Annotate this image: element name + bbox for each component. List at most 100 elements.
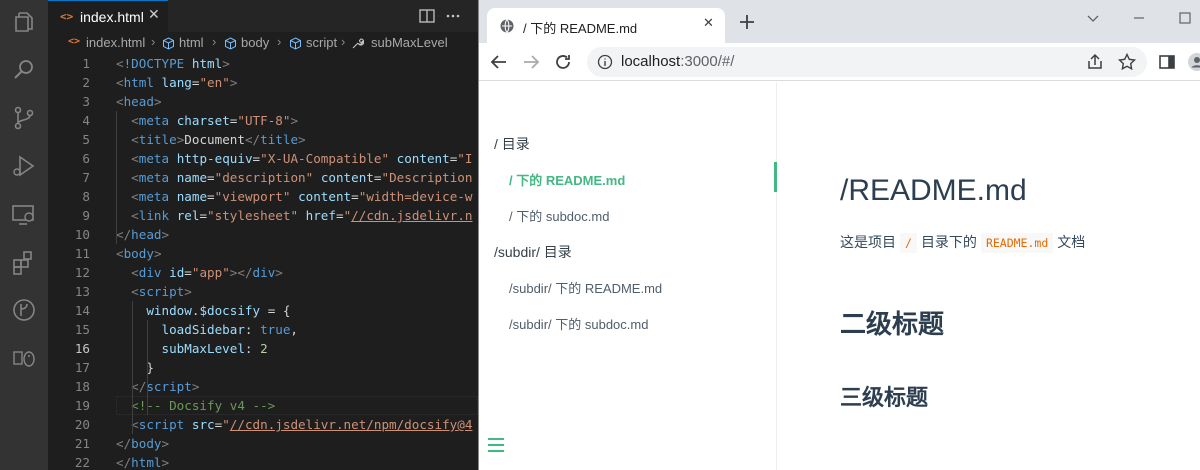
breadcrumb-item[interactable]: subMaxLevel xyxy=(371,35,448,50)
sidebar-item[interactable]: / 目录 xyxy=(494,134,530,154)
line-number: 20 xyxy=(74,417,90,432)
code-line[interactable]: 6 <meta http-equiv="X-UA-Compatible" con… xyxy=(48,149,478,168)
hamburger-menu-icon[interactable] xyxy=(487,437,505,453)
git-graph-icon[interactable] xyxy=(10,296,38,324)
breadcrumb-item[interactable]: html xyxy=(179,35,204,50)
para-text: 这是项目 xyxy=(840,234,896,250)
code-area[interactable]: 1 <!DOCTYPE html> 2 <html lang="en"> 3 <head>… xyxy=(48,54,478,470)
code-text[interactable]: <body> xyxy=(116,244,162,263)
code-text[interactable]: <!DOCTYPE html> xyxy=(116,54,230,73)
close-icon[interactable]: ✕ xyxy=(148,7,160,23)
breadcrumb-item[interactable]: index.html xyxy=(86,35,145,50)
html-file-icon: <> xyxy=(60,10,74,23)
code-line[interactable]: 22 </html> xyxy=(48,453,478,470)
close-icon[interactable]: ✕ xyxy=(703,16,714,31)
cube-icon xyxy=(225,37,236,50)
code-line[interactable]: 3 <head> xyxy=(48,92,478,111)
tab-index-html[interactable]: <> index.html ✕ xyxy=(48,0,168,32)
code-text[interactable]: <link rel="stylesheet" href="//cdn.jsdel… xyxy=(116,206,472,225)
remote-explorer-icon[interactable] xyxy=(10,200,38,228)
breadcrumb-item[interactable]: script xyxy=(306,35,337,50)
code-text[interactable]: window.$docsify = { xyxy=(116,301,290,320)
line-number: 19 xyxy=(74,398,90,413)
code-line[interactable]: 4 <meta charset="UTF-8"> xyxy=(48,111,478,130)
info-icon[interactable] xyxy=(597,54,613,70)
more-actions-icon[interactable] xyxy=(444,7,462,25)
code-text[interactable]: subMaxLevel: 2 xyxy=(116,339,268,358)
code-line[interactable]: 2 <html lang="en"> xyxy=(48,73,478,92)
code-line[interactable]: 5 <title>Document</title> xyxy=(48,130,478,149)
chevron-right-icon: › xyxy=(341,34,346,49)
share-icon[interactable] xyxy=(1085,52,1105,72)
line-number: 10 xyxy=(74,227,90,242)
code-line[interactable]: 7 <meta name="description" content="Desc… xyxy=(48,168,478,187)
code-text[interactable]: <meta name="description" content="Descri… xyxy=(116,168,472,187)
url-host: localhost xyxy=(621,53,681,70)
source-control-icon[interactable] xyxy=(10,104,38,132)
minimize-icon[interactable] xyxy=(1131,10,1147,26)
new-tab-icon[interactable] xyxy=(737,12,757,32)
sidebar-item[interactable]: / 下的 subdoc.md xyxy=(509,206,609,225)
line-number: 3 xyxy=(82,94,90,109)
code-line[interactable]: 12 <div id="app"></div> xyxy=(48,263,478,282)
code-text[interactable]: <meta http-equiv="X-UA-Compatible" conte… xyxy=(116,149,472,168)
address-bar[interactable]: localhost:3000/#/ xyxy=(587,47,1147,77)
code-text[interactable]: </head> xyxy=(116,225,169,244)
code-text[interactable]: </body> xyxy=(116,434,169,453)
extensions-icon[interactable] xyxy=(10,248,38,276)
code-text[interactable]: <html lang="en"> xyxy=(116,73,237,92)
maximize-icon[interactable] xyxy=(1177,10,1193,26)
code-line[interactable]: 11 <body> xyxy=(48,244,478,263)
split-editor-icon[interactable] xyxy=(418,7,436,25)
globe-icon xyxy=(500,19,514,33)
sidebar-item[interactable]: /subdir/ 下的 subdoc.md xyxy=(509,314,648,333)
code-text[interactable]: } xyxy=(116,358,154,377)
code-line[interactable]: 10 </head> xyxy=(48,225,478,244)
heading-level-3: 三级标题 xyxy=(840,385,929,410)
code-text[interactable]: </html> xyxy=(116,453,169,470)
side-panel-icon[interactable] xyxy=(1157,52,1177,72)
browser-tab[interactable]: / 下的 README.md ✕ xyxy=(487,8,725,43)
explorer-icon[interactable] xyxy=(10,8,38,36)
code-text[interactable]: loadSidebar: true, xyxy=(116,320,299,339)
code-text[interactable]: <script> xyxy=(116,282,192,301)
search-icon[interactable] xyxy=(10,56,38,84)
code-text[interactable]: <meta name="viewport" content="width=dev… xyxy=(116,187,472,206)
profile-avatar-icon[interactable] xyxy=(1187,52,1200,72)
code-line[interactable]: 13 <script> xyxy=(48,282,478,301)
indent-guide xyxy=(116,111,117,244)
bookmark-star-icon[interactable] xyxy=(1117,52,1137,72)
run-debug-icon[interactable] xyxy=(10,152,38,180)
code-text[interactable]: <script src="//cdn.jsdelivr.net/npm/docs… xyxy=(116,415,472,434)
code-line[interactable]: 14 window.$docsify = { xyxy=(48,301,478,320)
forward-arrow-icon[interactable] xyxy=(521,52,541,72)
code-line[interactable]: 19 <!-- Docsify v4 --> xyxy=(48,396,478,415)
line-number: 11 xyxy=(74,246,90,261)
code-line[interactable]: 18 </script> xyxy=(48,377,478,396)
breadcrumb-item[interactable]: body xyxy=(241,35,269,50)
sidebar-item[interactable]: /subdir/ 下的 README.md xyxy=(509,278,662,297)
sidebar-item[interactable]: / 下的 README.md xyxy=(509,170,625,189)
cube-icon xyxy=(163,37,174,50)
chevron-down-icon[interactable] xyxy=(1085,10,1101,26)
back-arrow-icon[interactable] xyxy=(489,52,509,72)
code-text[interactable]: <div id="app"></div> xyxy=(116,263,283,282)
line-number: 7 xyxy=(82,170,90,185)
code-line[interactable]: 1 <!DOCTYPE html> xyxy=(48,54,478,73)
code-text[interactable]: <title>Document</title> xyxy=(116,130,305,149)
sidebar-item[interactable]: /subdir/ 目录 xyxy=(494,242,572,262)
code-line[interactable]: 15 loadSidebar: true, xyxy=(48,320,478,339)
code-text[interactable]: <meta charset="UTF-8"> xyxy=(116,111,298,130)
code-line[interactable]: 16 subMaxLevel: 2 xyxy=(48,339,478,358)
linux-penguin-icon[interactable] xyxy=(10,344,38,372)
code-line[interactable]: 8 <meta name="viewport" content="width=d… xyxy=(48,187,478,206)
code-line[interactable]: 9 <link rel="stylesheet" href="//cdn.jsd… xyxy=(48,206,478,225)
code-text[interactable]: </script> xyxy=(116,377,199,396)
indent-guide xyxy=(132,301,133,434)
code-text[interactable]: <!-- Docsify v4 --> xyxy=(116,396,275,415)
code-line[interactable]: 20 <script src="//cdn.jsdelivr.net/npm/d… xyxy=(48,415,478,434)
code-text[interactable]: <head> xyxy=(116,92,162,111)
reload-icon[interactable] xyxy=(553,52,573,72)
code-line[interactable]: 21 </body> xyxy=(48,434,478,453)
code-line[interactable]: 17 } xyxy=(48,358,478,377)
